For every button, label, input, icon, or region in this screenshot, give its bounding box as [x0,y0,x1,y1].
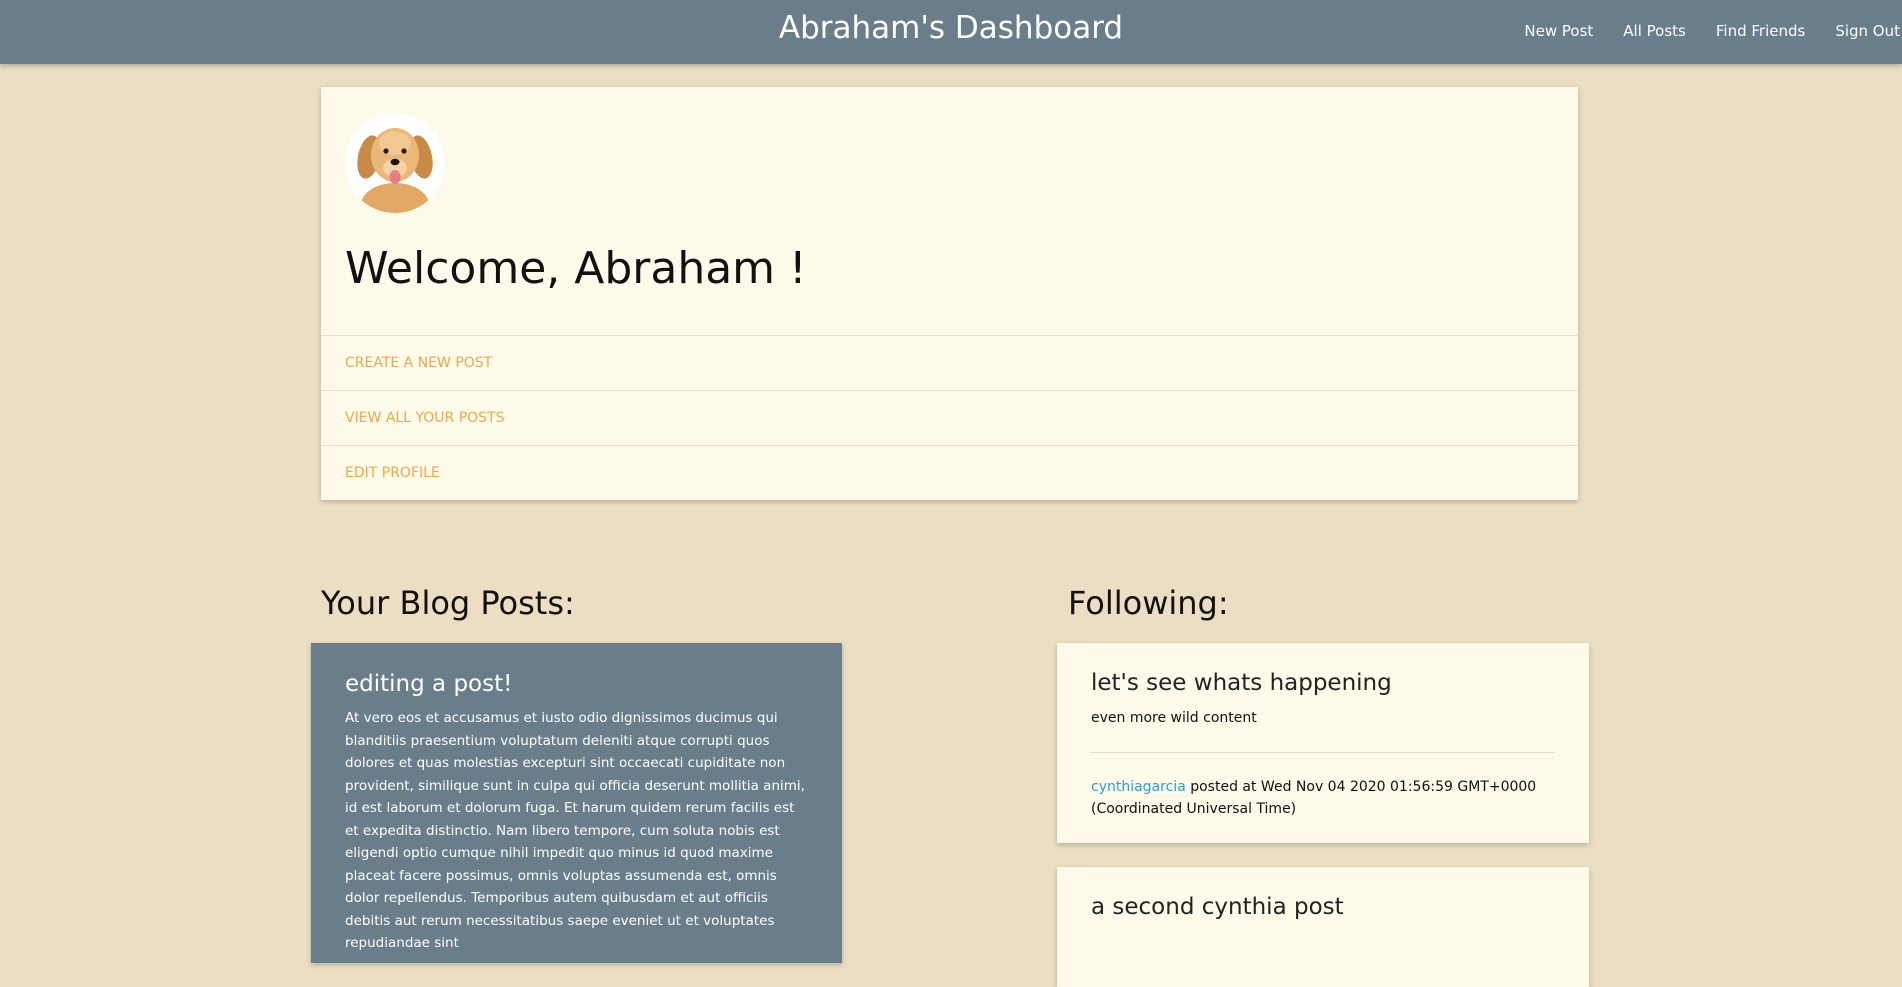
welcome-actions: CREATE A NEW POST VIEW ALL YOUR POSTS ED… [321,335,1578,500]
list-item: CREATE A NEW POST [321,336,1578,391]
nav-links: New Post All Posts Find Friends Sign Out [1494,22,1900,40]
blog-post-body: At vero eos et accusamus et iusto odio d… [345,710,805,951]
avatar [345,113,445,213]
top-navbar: Abraham's Dashboard New Post All Posts F… [0,0,1902,64]
list-item: EDIT PROFILE [321,446,1578,500]
following-post-content: even more wild content [1091,710,1257,726]
following-post-title: a second cynthia post [1091,894,1344,920]
following-post-meta: cynthiagarcia posted at Wed Nov 04 2020 … [1091,776,1561,820]
welcome-card: Welcome, Abraham ! CREATE A NEW POST VIE… [321,87,1578,500]
nav-all-posts[interactable]: All Posts [1623,22,1686,40]
list-item: VIEW ALL YOUR POSTS [321,391,1578,446]
edit-profile-link[interactable]: EDIT PROFILE [345,465,440,481]
nav-sign-out[interactable]: Sign Out [1835,22,1900,40]
blog-post-title: editing a post! [345,671,513,697]
welcome-heading: Welcome, Abraham ! [345,243,807,294]
create-new-post-link[interactable]: CREATE A NEW POST [345,355,492,371]
following-heading: Following: [1068,584,1229,622]
following-post-card[interactable]: a second cynthia post [1057,867,1589,987]
divider [1091,752,1555,753]
blog-post-card[interactable]: editing a post! At vero eos et accusamus… [311,643,842,963]
view-all-posts-link[interactable]: VIEW ALL YOUR POSTS [345,410,505,426]
nav-find-friends[interactable]: Find Friends [1716,22,1805,40]
nav-new-post[interactable]: New Post [1524,22,1593,40]
following-post-title: let's see whats happening [1091,670,1392,696]
blog-posts-heading: Your Blog Posts: [321,584,575,622]
author-link[interactable]: cynthiagarcia [1091,779,1186,795]
following-post-card[interactable]: let's see whats happening even more wild… [1057,643,1589,843]
dog-avatar-image [345,113,445,213]
